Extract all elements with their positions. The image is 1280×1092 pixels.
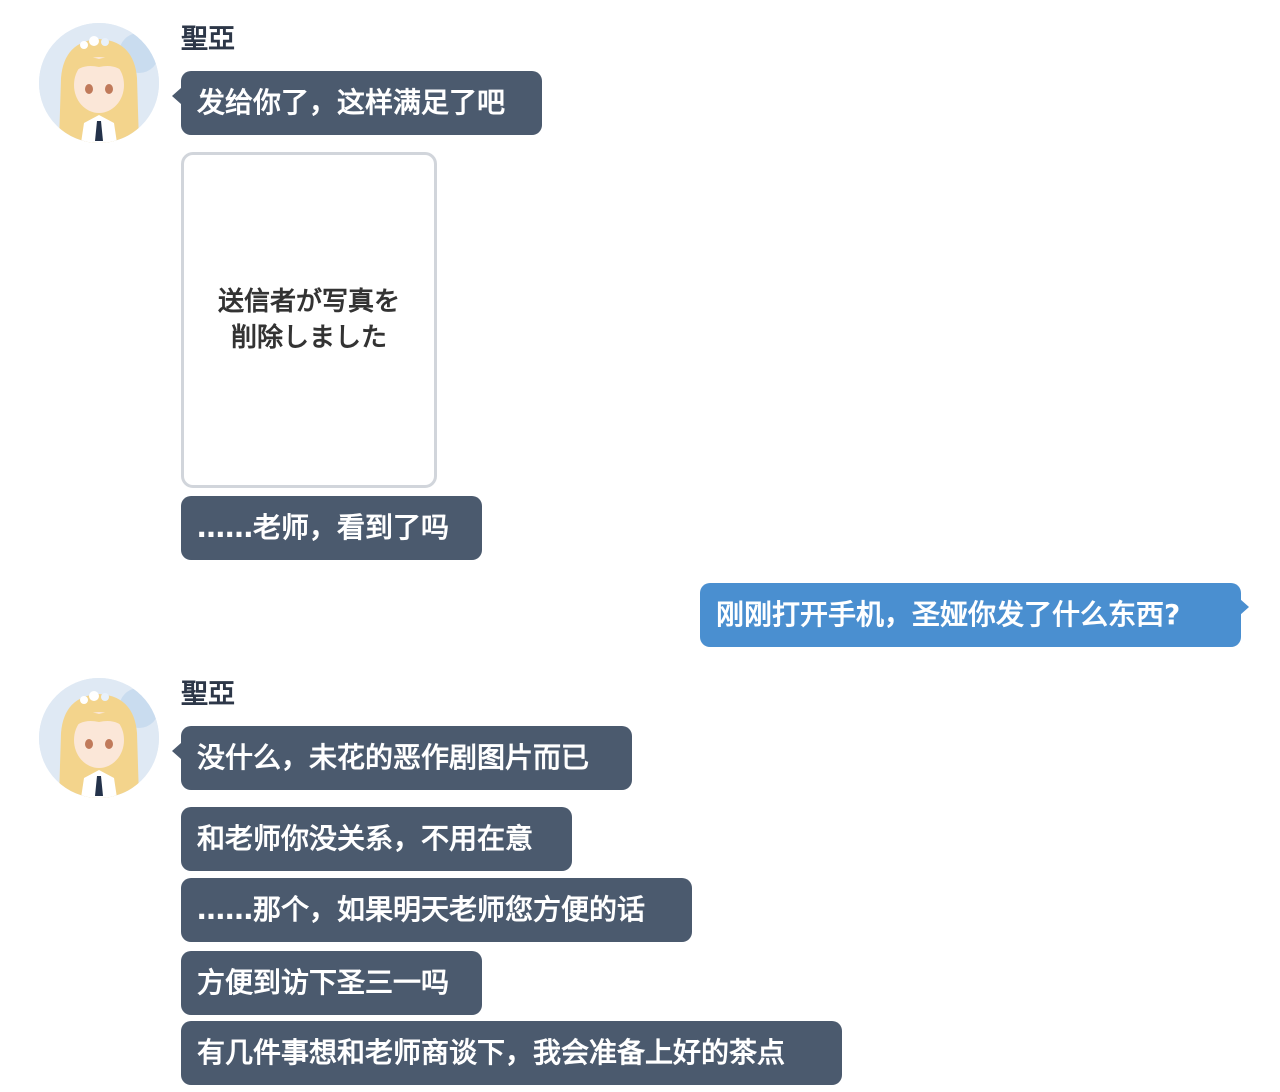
sender-name: 聖亞 — [181, 24, 235, 55]
incoming-message: 发给你了，这样满足了吧 — [181, 71, 542, 135]
deleted-photo-notice: 送信者が写真を 削除しました — [217, 287, 400, 353]
outgoing-message: 刚刚打开手机，圣娅你发了什么东西? — [700, 583, 1241, 647]
bubble-tail — [172, 88, 181, 104]
bubble-tail — [172, 743, 181, 759]
deleted-photo-placeholder[interactable]: 送信者が写真を 削除しました — [181, 152, 437, 488]
bubble-tail — [1240, 599, 1249, 615]
incoming-message: ……老师，看到了吗 — [181, 496, 482, 560]
sender-name: 聖亞 — [181, 679, 235, 710]
sender-avatar-icon[interactable] — [39, 23, 159, 143]
incoming-message: 方便到访下圣三一吗 — [181, 951, 482, 1015]
sender-avatar-icon[interactable] — [39, 678, 159, 798]
incoming-message: 没什么，未花的恶作剧图片而已 — [181, 726, 632, 790]
incoming-message: 有几件事想和老师商谈下，我会准备上好的茶点 — [181, 1021, 842, 1085]
incoming-message: 和老师你没关系，不用在意 — [181, 807, 572, 871]
incoming-message: ……那个，如果明天老师您方便的话 — [181, 878, 692, 942]
